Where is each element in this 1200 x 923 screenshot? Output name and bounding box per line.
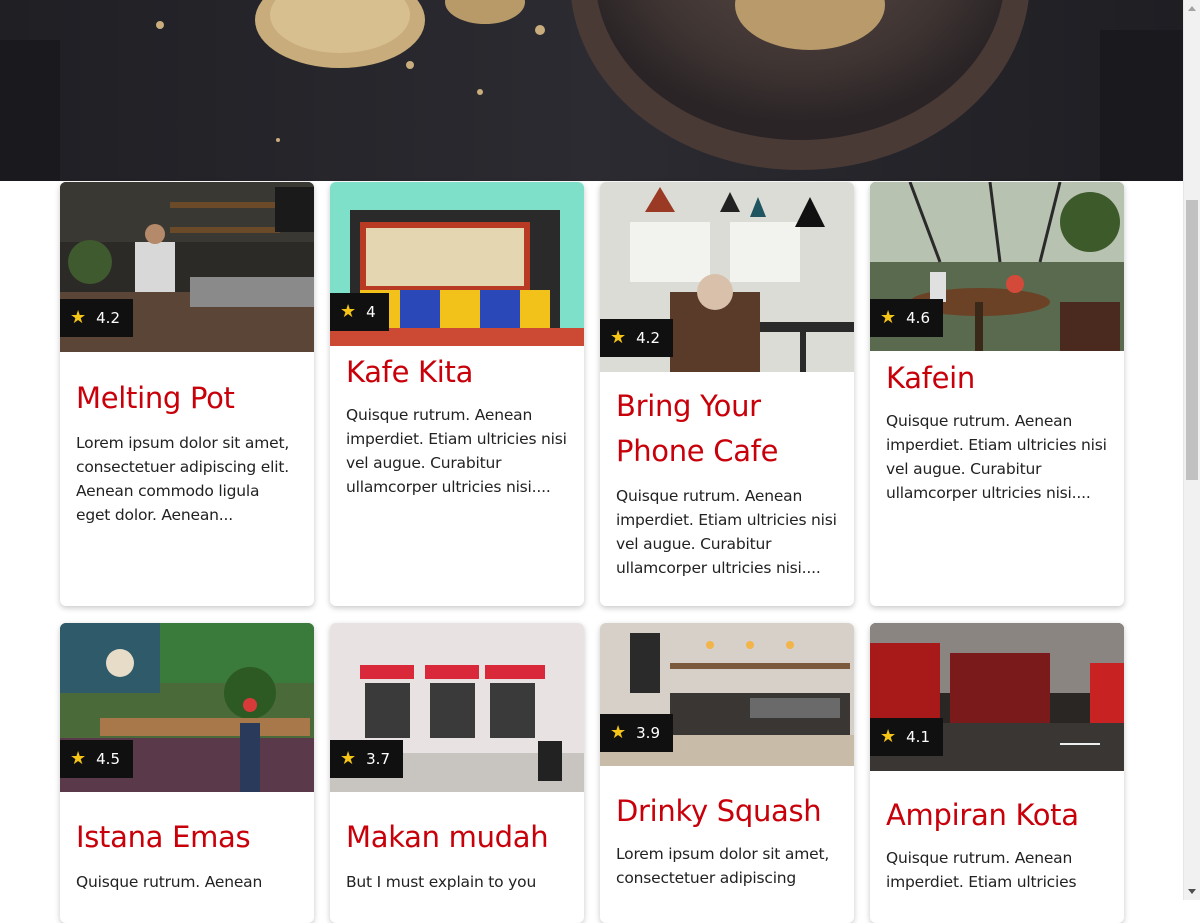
rating-badge: ★ 4.2: [60, 299, 133, 337]
cafe-card[interactable]: ★ 3.7 Makan mudah But I must explain to …: [330, 623, 584, 923]
scroll-down-icon[interactable]: [1188, 889, 1196, 894]
rating-badge: ★ 3.9: [600, 714, 673, 752]
cafe-card[interactable]: ★ 4.2 Melting Pot Lorem ipsum dolor sit …: [60, 182, 314, 606]
rating-badge: ★ 4.5: [60, 740, 133, 778]
cafe-card[interactable]: ★ 4.1 Ampiran Kota Quisque rutrum. Aenea…: [870, 623, 1124, 923]
cafe-description: Lorem ipsum dolor sit amet, consectetuer…: [76, 434, 290, 524]
cafe-name[interactable]: Ampiran Kota: [870, 793, 1124, 838]
rating-value: 3.9: [636, 724, 660, 742]
star-icon: ★: [610, 722, 627, 743]
cafe-photo: ★ 4.2: [60, 182, 314, 352]
cafe-card[interactable]: ★ 4.6 Kafein Quisque rutrum. Aenean impe…: [870, 182, 1124, 606]
cafe-name[interactable]: Kafe Kita: [330, 350, 584, 395]
cafe-photo: ★ 4.1: [870, 623, 1124, 771]
star-icon: ★: [70, 307, 87, 328]
cafe-card[interactable]: ★ 4.5 Istana Emas Quisque rutrum. Aenean: [60, 623, 314, 923]
rating-value: 3.7: [366, 750, 390, 768]
rating-badge: ★ 4.2: [600, 319, 673, 357]
cafe-photo: ★ 3.9: [600, 623, 854, 766]
cafe-description: Quisque rutrum. Aenean imperdiet. Etiam …: [616, 487, 837, 577]
rating-value: 4.2: [636, 329, 660, 347]
star-icon: ★: [880, 307, 897, 328]
cafe-name[interactable]: Kafein: [870, 356, 1124, 401]
cafe-card[interactable]: ★ 3.9 Drinky Squash Lorem ipsum dolor si…: [600, 623, 854, 923]
cafe-card[interactable]: ★ 4.2 Bring Your Phone Cafe Quisque rutr…: [600, 182, 854, 606]
rating-badge: ★ 4: [330, 293, 389, 331]
rating-value: 4.5: [96, 750, 120, 768]
cafe-photo: ★ 4.2: [600, 182, 854, 372]
rating-value: 4.2: [96, 309, 120, 327]
cafe-description: Quisque rutrum. Aenean: [76, 873, 263, 891]
star-icon: ★: [610, 327, 627, 348]
cafe-name[interactable]: Makan mudah: [330, 815, 584, 860]
rating-badge: ★ 3.7: [330, 740, 403, 778]
cafe-description: Quisque rutrum. Aenean imperdiet. Etiam …: [346, 406, 567, 496]
star-icon: ★: [340, 748, 357, 769]
cafe-photo: ★ 3.7: [330, 623, 584, 792]
cafe-name[interactable]: Bring Your Phone Cafe: [600, 384, 854, 474]
cafe-photo: ★ 4.6: [870, 182, 1124, 351]
cafe-card[interactable]: ★ 4 Kafe Kita Quisque rutrum. Aenean imp…: [330, 182, 584, 606]
cafe-photo: ★ 4: [330, 182, 584, 346]
cafe-description: Quisque rutrum. Aenean imperdiet. Etiam …: [886, 849, 1077, 891]
star-icon: ★: [70, 748, 87, 769]
rating-value: 4.6: [906, 309, 930, 327]
cafe-description: Lorem ipsum dolor sit amet, consectetuer…: [616, 845, 830, 887]
rating-badge: ★ 4.6: [870, 299, 943, 337]
scroll-thumb[interactable]: [1186, 200, 1198, 480]
cafe-description: Quisque rutrum. Aenean imperdiet. Etiam …: [886, 412, 1107, 502]
hero-image: [0, 0, 1183, 181]
hero-banner: [0, 0, 1183, 181]
cafe-description: But I must explain to you: [346, 873, 537, 891]
rating-badge: ★ 4.1: [870, 718, 943, 756]
cafe-name[interactable]: Istana Emas: [60, 815, 314, 860]
star-icon: ★: [340, 301, 357, 322]
cafe-name[interactable]: Drinky Squash: [600, 789, 854, 834]
star-icon: ★: [880, 726, 897, 747]
scroll-up-icon[interactable]: [1188, 6, 1196, 11]
rating-value: 4: [366, 303, 376, 321]
cafe-name[interactable]: Melting Pot: [60, 376, 314, 421]
page-scrollbar[interactable]: [1183, 0, 1200, 900]
cafe-photo: ★ 4.5: [60, 623, 314, 792]
rating-value: 4.1: [906, 728, 930, 746]
